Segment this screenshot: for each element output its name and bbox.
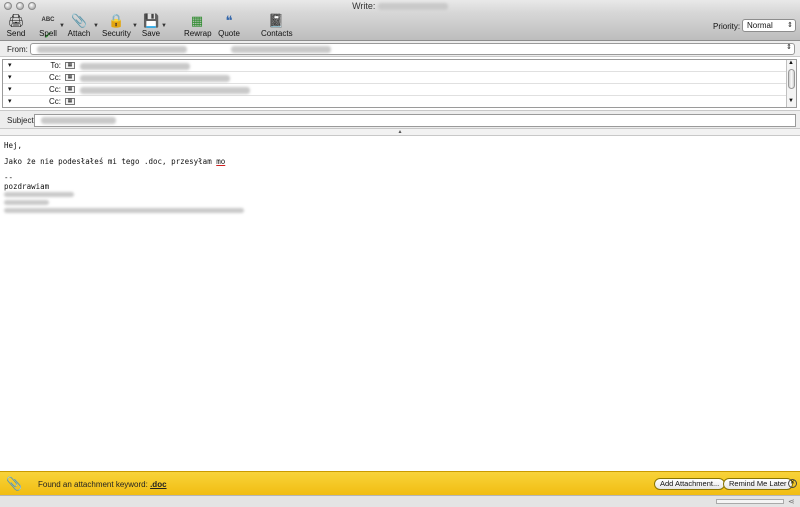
lock-icon: 🔒	[108, 13, 125, 28]
resize-grip-icon[interactable]: ⋖	[788, 497, 795, 506]
recipient-value[interactable]	[80, 73, 230, 83]
attachment-reminder-bar: 📎 Found an attachment keyword: .doc Add …	[0, 471, 800, 495]
redacted-subject	[41, 117, 116, 124]
signature-separator: --	[4, 173, 14, 182]
attach-dropdown-icon[interactable]: ▼	[93, 23, 99, 29]
misspelled-word[interactable]: mo	[216, 157, 225, 166]
scroll-down-icon[interactable]: ▼	[788, 98, 794, 104]
recipient-row[interactable]: ▾ Cc: ▦	[3, 96, 786, 108]
remind-me-later-button[interactable]: Remind Me Later	[723, 478, 793, 490]
spell-check-icon: ABC ✔	[41, 17, 55, 40]
redacted-sender	[37, 46, 187, 53]
rewrap-button[interactable]: ▦ Rewrap	[184, 13, 212, 38]
body-line: Hej,	[4, 141, 23, 150]
paperclip-icon: 📎	[6, 476, 23, 491]
from-label: From:	[7, 45, 28, 54]
save-icon: 💾	[143, 13, 160, 28]
send-icon: 🖨	[8, 13, 25, 28]
toolbar: 🖨 Send ABC ✔ Spell ▼ 📎 Attach ▼ 🔒 Securit…	[0, 12, 800, 41]
spell-dropdown-icon[interactable]: ▼	[59, 23, 65, 29]
status-bar: ⋖	[0, 495, 800, 507]
contact-card-icon: ▦	[65, 62, 75, 69]
contacts-button[interactable]: 📓 Contacts	[261, 13, 293, 38]
from-identity-select[interactable]: ⇕	[30, 43, 795, 55]
priority-label: Priority:	[713, 22, 741, 31]
redacted-account	[231, 46, 331, 53]
signature-contact	[4, 205, 244, 214]
scroll-thumb[interactable]	[788, 69, 795, 89]
chevron-updown-icon: ⇕	[786, 44, 792, 51]
reminder-message: Found an attachment keyword: .doc	[38, 480, 167, 489]
send-button[interactable]: 🖨 Send	[5, 13, 27, 38]
contact-card-icon: ▦	[65, 86, 75, 93]
address-list: ▾ To: ▦ ▾ Cc: ▦ ▾ Cc: ▦ ▾ Cc: ▦ ▲ ▼	[2, 59, 797, 108]
rewrap-icon: ▦	[190, 13, 204, 28]
subject-row: Subject:	[0, 110, 800, 129]
recipient-type-select[interactable]: ▾	[8, 97, 12, 105]
close-icon[interactable]: ✕	[788, 479, 797, 488]
spell-button[interactable]: ABC ✔ Spell ▼	[36, 13, 65, 40]
subject-input[interactable]	[34, 114, 796, 127]
save-dropdown-icon[interactable]: ▼	[161, 23, 167, 29]
quote-icon: ❝	[225, 13, 233, 28]
paperclip-icon: 📎	[71, 13, 88, 28]
title-bar: Write:	[0, 0, 800, 12]
window-title: Write:	[0, 1, 800, 11]
subject-label: Subject:	[7, 116, 36, 125]
body-line: Jako że nie podesłałeś mi tego .doc, prz…	[4, 157, 226, 166]
attachment-keyword: .doc	[150, 480, 167, 489]
quote-button[interactable]: ❝ Quote	[218, 13, 240, 38]
chevron-updown-icon: ⇕	[787, 22, 793, 29]
contact-card-icon: ▦	[65, 98, 75, 105]
from-row: From: ⇕	[0, 41, 800, 57]
recipient-type-select[interactable]: ▾	[8, 73, 12, 81]
redacted-subject	[377, 3, 448, 11]
recipient-row[interactable]: ▾ To: ▦	[3, 60, 786, 72]
scroll-up-icon[interactable]: ▲	[788, 60, 794, 66]
security-dropdown-icon[interactable]: ▼	[132, 23, 138, 29]
recipient-value[interactable]	[80, 61, 190, 71]
recipient-value[interactable]	[80, 85, 250, 95]
progress-bar	[716, 499, 784, 504]
add-attachment-button[interactable]: Add Attachment...	[654, 478, 726, 490]
recipient-row[interactable]: ▾ Cc: ▦	[3, 72, 786, 84]
attach-button[interactable]: 📎 Attach ▼	[66, 13, 99, 38]
address-book-icon: 📓	[268, 13, 285, 28]
priority-select[interactable]: Normal ⇕	[742, 19, 796, 32]
save-button[interactable]: 💾 Save ▼	[141, 13, 167, 38]
message-body[interactable]: Hej, Jako że nie podesłałeś mi tego .doc…	[0, 137, 800, 470]
recipient-row[interactable]: ▾ Cc: ▦	[3, 84, 786, 96]
address-scrollbar[interactable]: ▲ ▼	[786, 60, 796, 107]
recipient-type-select[interactable]: ▾	[8, 61, 12, 69]
contact-card-icon: ▦	[65, 74, 75, 81]
recipient-type-select[interactable]: ▾	[8, 85, 12, 93]
security-button[interactable]: 🔒 Security ▼	[102, 13, 138, 38]
header-splitter[interactable]: ▴	[0, 129, 800, 136]
